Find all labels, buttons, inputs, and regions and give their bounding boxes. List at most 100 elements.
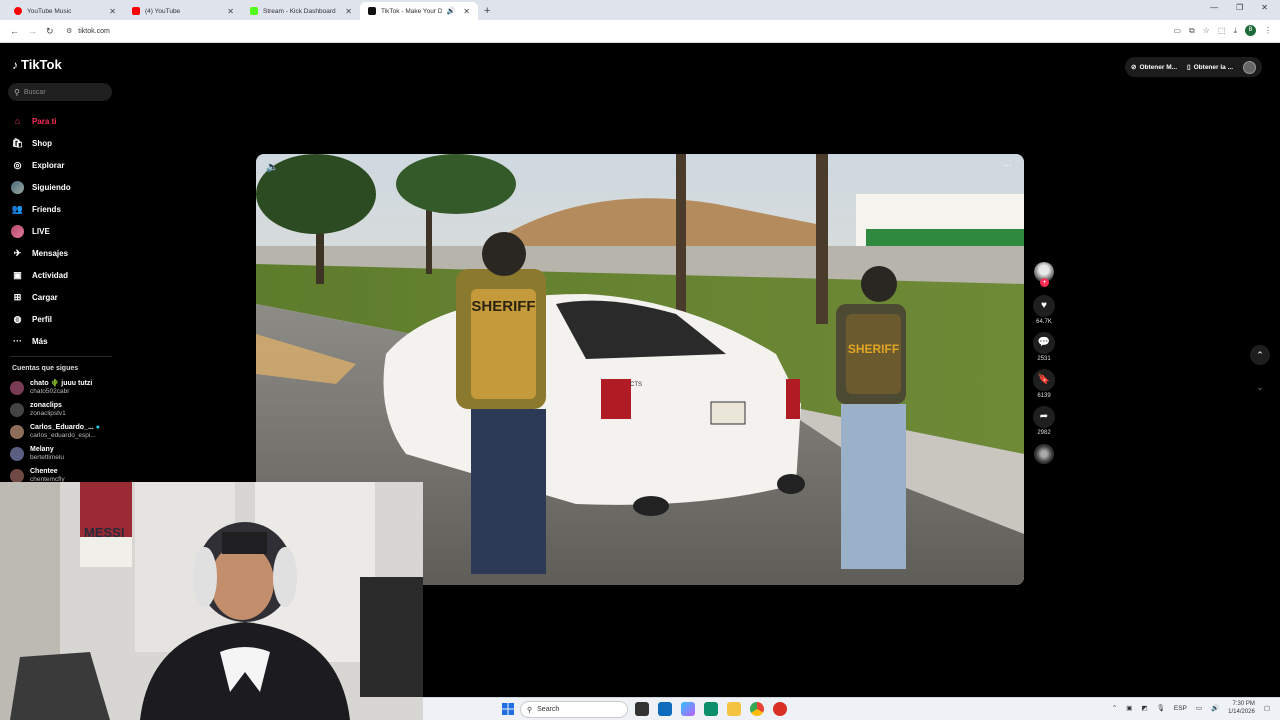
chrome-icon[interactable] bbox=[750, 702, 764, 716]
bookmark-icon[interactable]: 🔖 bbox=[1033, 369, 1055, 391]
system-tray: ⌃ ▣ ◩ 🎙 ESP ▭ 🔊 7:30 PM 1/14/2026 ▢ bbox=[1112, 700, 1270, 716]
tab-youtube-music[interactable]: YouTube Music ✕ bbox=[6, 2, 124, 20]
close-icon[interactable]: ✕ bbox=[345, 7, 352, 16]
video-more-icon[interactable]: ··· bbox=[1002, 160, 1012, 171]
comment-icon[interactable]: 💬 bbox=[1033, 332, 1055, 354]
outlook-icon[interactable] bbox=[658, 702, 672, 716]
reload-icon[interactable]: ↻ bbox=[46, 26, 54, 37]
top-right-bar: ⊘ Obtener M... ▯ Obtener la ... bbox=[1125, 57, 1262, 77]
app-red-icon[interactable] bbox=[773, 702, 787, 716]
volume-icon[interactable]: 🔈 bbox=[266, 162, 278, 173]
like-action[interactable]: ♥ 64.7K bbox=[1033, 295, 1055, 329]
sheriff-text-left: SHERIFF bbox=[471, 298, 536, 315]
tray-app-icon[interactable]: ▣ bbox=[1126, 704, 1132, 712]
url-field[interactable]: ⚙ tiktok.com bbox=[66, 27, 110, 36]
copilot-icon[interactable] bbox=[681, 702, 695, 716]
share-action[interactable]: ➦ 2982 bbox=[1033, 406, 1055, 440]
extensions-icon[interactable]: ⬚ bbox=[1218, 26, 1226, 35]
sidebar-item-friends[interactable]: 👥 Friends bbox=[11, 198, 121, 220]
following-item[interactable]: Carlos_Eduardo_... ● carlos_eduardo_espi… bbox=[10, 421, 125, 443]
following-item[interactable]: Melany bertettimelu bbox=[10, 443, 125, 465]
tab-tiktok[interactable]: TikTok - Make Your Day 🔊 ✕ bbox=[360, 2, 478, 20]
sidebar-item-label: Cargar bbox=[32, 292, 58, 302]
creator-avatar[interactable]: + bbox=[1034, 262, 1054, 287]
sidebar-item-live[interactable]: LIVE bbox=[11, 220, 121, 242]
app-icon[interactable] bbox=[704, 702, 718, 716]
maximize-icon[interactable]: ❐ bbox=[1236, 3, 1243, 12]
close-icon[interactable]: ✕ bbox=[227, 7, 234, 16]
notifications-icon[interactable]: ▢ bbox=[1264, 704, 1270, 712]
tray-app2-icon[interactable]: ◩ bbox=[1141, 704, 1147, 712]
get-app-button[interactable]: ▯ Obtener la ... bbox=[1187, 63, 1233, 72]
forward-icon[interactable]: → bbox=[28, 26, 37, 36]
chevron-down-icon[interactable]: ⌄ bbox=[1250, 377, 1270, 397]
microphone-icon[interactable]: 🎙 bbox=[1157, 704, 1165, 712]
menu-icon[interactable]: ⋮ bbox=[1264, 26, 1272, 35]
profile-avatar[interactable]: B bbox=[1245, 25, 1256, 36]
kick-icon bbox=[250, 7, 258, 15]
tray-chevron-icon[interactable]: ⌃ bbox=[1112, 704, 1117, 712]
speaker-icon[interactable]: 🔊 bbox=[447, 7, 456, 15]
search-box[interactable]: ⚲ bbox=[8, 83, 112, 101]
sidebar-item-perfil[interactable]: ◍ Perfil bbox=[11, 308, 121, 330]
close-window-icon[interactable]: ✕ bbox=[1261, 3, 1268, 12]
sidebar-item-para-ti[interactable]: ⌂ Para ti bbox=[11, 110, 121, 132]
language-indicator[interactable]: ESP bbox=[1174, 705, 1187, 712]
new-tab-button[interactable]: + bbox=[484, 2, 490, 20]
search-icon: ⚲ bbox=[14, 87, 20, 97]
volume-icon[interactable]: 🔊 bbox=[1211, 704, 1219, 712]
sidebar-item-label: Explorar bbox=[32, 160, 65, 170]
share-icon[interactable]: ➦ bbox=[1033, 406, 1055, 428]
following-item[interactable]: zonaclips zonaclipstv1 bbox=[10, 399, 125, 421]
taskbar-search-placeholder: Search bbox=[537, 706, 560, 713]
webcam-overlay: MESSI bbox=[0, 482, 423, 720]
avatar bbox=[10, 469, 24, 483]
sidebar-item-actividad[interactable]: ▣ Actividad bbox=[11, 264, 121, 286]
heart-icon[interactable]: ♥ bbox=[1033, 295, 1055, 317]
clock[interactable]: 7:30 PM 1/14/2026 bbox=[1228, 700, 1255, 716]
monitor-icon[interactable]: ▭ bbox=[1196, 704, 1202, 712]
following-name: Melany bbox=[30, 446, 54, 453]
following-handle: carlos_eduardo_espi... bbox=[30, 432, 96, 439]
user-avatar[interactable] bbox=[1243, 60, 1256, 74]
windows-start-icon[interactable] bbox=[502, 703, 514, 715]
sidebar-item-shop[interactable]: 🛍 Shop bbox=[11, 132, 121, 154]
following-list: chato 🌵 juuu tutzi chato502cabr zonaclip… bbox=[10, 377, 125, 487]
sidebar-item-siguiendo[interactable]: Siguiendo bbox=[11, 176, 121, 198]
sidebar-item-explorar[interactable]: ◎ Explorar bbox=[11, 154, 121, 176]
tab-kick-dashboard[interactable]: Stream - Kick Dashboard ✕ bbox=[242, 2, 360, 20]
sidebar-item-mensajes[interactable]: ✈ Mensajes bbox=[11, 242, 121, 264]
install-app-icon[interactable]: ▭ bbox=[1173, 26, 1181, 35]
following-item[interactable]: chato 🌵 juuu tutzi chato502cabr bbox=[10, 377, 125, 399]
tiktok-logo[interactable]: ♪ TikTok bbox=[12, 57, 62, 72]
file-explorer-icon[interactable] bbox=[727, 702, 741, 716]
send-icon: ✈ bbox=[13, 247, 22, 258]
search-input[interactable] bbox=[23, 88, 104, 96]
sidebar-item-label: Más bbox=[32, 336, 48, 346]
url-text: tiktok.com bbox=[78, 27, 110, 35]
taskbar-search[interactable]: ⚲ Search bbox=[520, 701, 628, 718]
follow-plus-icon[interactable]: + bbox=[1040, 278, 1049, 287]
compass-icon: ◎ bbox=[13, 159, 22, 170]
site-info-icon[interactable]: ⚙ bbox=[66, 27, 72, 35]
bookmark-star-icon[interactable]: ☆ bbox=[1203, 26, 1210, 35]
minimize-icon[interactable]: — bbox=[1210, 3, 1218, 12]
chevron-up-icon[interactable]: ⌃ bbox=[1250, 345, 1270, 365]
downloads-icon[interactable]: ⤓ bbox=[1233, 26, 1237, 36]
task-view-icon[interactable] bbox=[635, 702, 649, 716]
back-icon[interactable]: ← bbox=[10, 26, 19, 36]
close-icon[interactable]: ✕ bbox=[109, 7, 116, 16]
sidebar-item-label: Perfil bbox=[32, 314, 53, 324]
comment-action[interactable]: 💬 2531 bbox=[1033, 332, 1055, 366]
save-action[interactable]: 🔖 6139 bbox=[1033, 369, 1055, 403]
music-disc-icon[interactable] bbox=[1034, 444, 1054, 464]
close-icon[interactable]: ✕ bbox=[463, 7, 470, 16]
tab-title: (4) YouTube bbox=[145, 7, 181, 15]
sidebar-item-mas[interactable]: ··· Más bbox=[11, 330, 121, 352]
get-coins-button[interactable]: ⊘ Obtener M... bbox=[1131, 63, 1177, 72]
translate-icon[interactable]: ⧉ bbox=[1189, 26, 1195, 36]
sidebar-item-cargar[interactable]: ⊞ Cargar bbox=[11, 286, 121, 308]
tab-youtube[interactable]: (4) YouTube ✕ bbox=[124, 2, 242, 20]
address-bar: ← → ↻ ⚙ tiktok.com ▭ ⧉ ☆ ⬚ ⤓ B ⋮ bbox=[0, 20, 1280, 43]
following-name: Chentee bbox=[30, 468, 58, 475]
